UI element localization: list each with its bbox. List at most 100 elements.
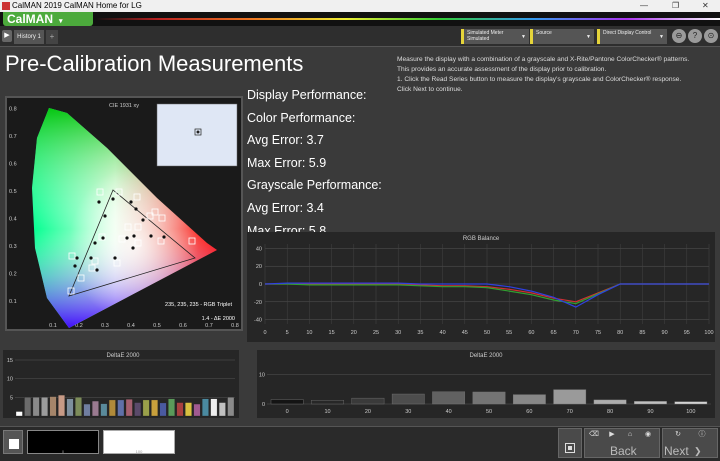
cie-svg: CIE 1931 xy 0.1 0.2 0.3 0.4 0.5 0.6 0.7 0.8 0.1 0… bbox=[9, 103, 239, 329]
home-icon[interactable]: ⌂ bbox=[624, 430, 636, 440]
color-deltae-panel: DeltaE 2000 15 10 5 bbox=[3, 350, 239, 418]
cie-measured-point bbox=[132, 234, 136, 238]
cie-note-triplet: 235, 235, 235 - RGB Triplet bbox=[165, 302, 232, 308]
y-tick-label: -40 bbox=[254, 318, 262, 324]
deltae-bar bbox=[15, 411, 23, 417]
y-tick-label: 40 bbox=[256, 246, 262, 252]
swatch-white-label: 100 bbox=[135, 449, 143, 454]
cie-y-tick: 0.7 bbox=[9, 134, 17, 140]
x-tick-label: 60 bbox=[528, 330, 534, 336]
x-tick-label: 90 bbox=[662, 330, 668, 336]
color-performance-label: Color Performance: bbox=[247, 110, 356, 125]
deltae-bar bbox=[151, 399, 158, 417]
deltae-bar bbox=[142, 399, 150, 417]
deltae-bar bbox=[66, 398, 74, 417]
display-dropdown[interactable]: Direct Display Control ▼ bbox=[597, 29, 667, 44]
cie-measured-point bbox=[89, 256, 93, 260]
cie-measured-point bbox=[75, 256, 79, 260]
cie-measured-point bbox=[125, 236, 129, 240]
cie-x-tick: 0.8 bbox=[231, 323, 239, 329]
rgb-chart-title: RGB Balance bbox=[463, 236, 500, 242]
cie-y-tick: 0.6 bbox=[9, 162, 17, 168]
performance-summary: Display Performance: Color Performance: … bbox=[247, 84, 382, 242]
help-button[interactable]: ? bbox=[688, 29, 702, 43]
stop-icon bbox=[565, 443, 575, 453]
x-tick-label: 100 bbox=[686, 409, 695, 415]
deltae-bar bbox=[210, 398, 218, 417]
deltae-bar bbox=[32, 397, 40, 417]
info-icon[interactable]: ⓘ bbox=[696, 430, 708, 440]
cie-measured-point bbox=[111, 197, 115, 201]
minimize-button[interactable]: — bbox=[640, 0, 648, 12]
disconnect-button[interactable]: ⊖ bbox=[672, 29, 686, 43]
expand-arrow-icon[interactable]: ▶ bbox=[2, 30, 12, 42]
deltae-bar bbox=[674, 401, 708, 405]
x-tick-label: 15 bbox=[329, 330, 335, 336]
source-dropdown[interactable]: Source ▼ bbox=[530, 29, 594, 44]
deltae-bar bbox=[83, 403, 91, 417]
app-icon bbox=[2, 2, 10, 10]
deltae-bar bbox=[117, 399, 125, 417]
cie-measured-point bbox=[93, 241, 97, 245]
deltae-bar bbox=[351, 397, 385, 405]
gray-avg-error: Avg Error: 3.4 bbox=[247, 200, 324, 215]
close-button[interactable]: ✕ bbox=[702, 0, 709, 12]
deltae-bar bbox=[512, 394, 546, 405]
x-tick-label: 20 bbox=[365, 409, 371, 415]
deltae-bar bbox=[168, 398, 175, 417]
deltae-bar bbox=[92, 400, 99, 417]
x-tick-label: 55 bbox=[506, 330, 512, 336]
deltae-bar bbox=[472, 391, 506, 405]
deltae-bar bbox=[553, 389, 587, 405]
color-deltae-chart: DeltaE 2000 15 10 5 bbox=[7, 353, 235, 417]
swatch-black-label: 0 bbox=[61, 449, 65, 454]
deltae-bar bbox=[100, 403, 108, 417]
x-tick-label: 25 bbox=[373, 330, 379, 336]
add-tab-button[interactable]: + bbox=[46, 30, 58, 44]
x-tick-label: 20 bbox=[351, 330, 357, 336]
deltae-bar bbox=[202, 398, 209, 417]
camera-icon[interactable]: ◉ bbox=[642, 430, 654, 440]
refresh-icon[interactable]: ↻ bbox=[672, 430, 684, 440]
cie-y-tick: 0.3 bbox=[9, 244, 17, 250]
cie-measured-point bbox=[101, 236, 105, 240]
meter-value: Simulated bbox=[467, 36, 490, 42]
trash-icon[interactable]: ⌫ bbox=[588, 430, 600, 440]
cie-x-tick: 0.4 bbox=[127, 323, 135, 329]
back-label: Back bbox=[610, 444, 637, 458]
maximize-button[interactable]: ❐ bbox=[672, 0, 679, 12]
deltae-bar bbox=[159, 402, 167, 417]
deltae-bar bbox=[311, 399, 344, 405]
cie-y-tick: 0.2 bbox=[9, 272, 17, 278]
grayscale-deltae-chart: DeltaE 20001000 10 20 30 40 50 60 70 80 90 100 bbox=[259, 353, 711, 415]
instruction-line: 1. Click the Read Series button to measu… bbox=[397, 76, 682, 83]
chevron-down-icon: ▼ bbox=[659, 34, 664, 40]
settings-button[interactable]: ⊙ bbox=[704, 29, 718, 43]
deltae-bar bbox=[593, 399, 627, 405]
x-tick-label: 30 bbox=[405, 409, 411, 415]
cie-measured-point bbox=[103, 214, 107, 218]
y-tick-label: 15 bbox=[7, 358, 13, 364]
deltae-bar bbox=[270, 399, 304, 405]
white-square-icon bbox=[9, 439, 19, 449]
cie-x-tick: 0.6 bbox=[179, 323, 187, 329]
zoom-target-point bbox=[196, 130, 200, 134]
pattern-swatch-white[interactable]: 100 bbox=[103, 430, 175, 454]
stop-button[interactable] bbox=[558, 428, 582, 458]
swatch-toggle[interactable] bbox=[3, 430, 23, 454]
cie-y-tick: 0.5 bbox=[9, 189, 17, 195]
deltae-bar bbox=[49, 396, 57, 417]
play-icon[interactable]: ▶ bbox=[606, 430, 618, 440]
grayscale-performance-label: Grayscale Performance: bbox=[247, 178, 382, 193]
x-tick-label: 5 bbox=[286, 330, 289, 336]
cie-measured-point bbox=[131, 246, 135, 250]
source-label: Source bbox=[536, 30, 552, 36]
deltae-bar bbox=[193, 403, 201, 417]
deltae-bar bbox=[24, 397, 32, 417]
meter-dropdown[interactable]: Simulated Meter Simulated ▼ bbox=[461, 29, 529, 44]
color-deltae-title: DeltaE 2000 bbox=[106, 353, 140, 359]
calman-menu-button[interactable]: CalMAN ▾ bbox=[3, 12, 93, 26]
pattern-swatch-black[interactable]: 0 bbox=[27, 430, 99, 454]
gray-deltae-panel: DeltaE 2000 10 0 0 10 20 30 40 50 60 70 80 90 100 bbox=[257, 350, 715, 418]
tab-history-1[interactable]: History 1 bbox=[14, 30, 44, 44]
